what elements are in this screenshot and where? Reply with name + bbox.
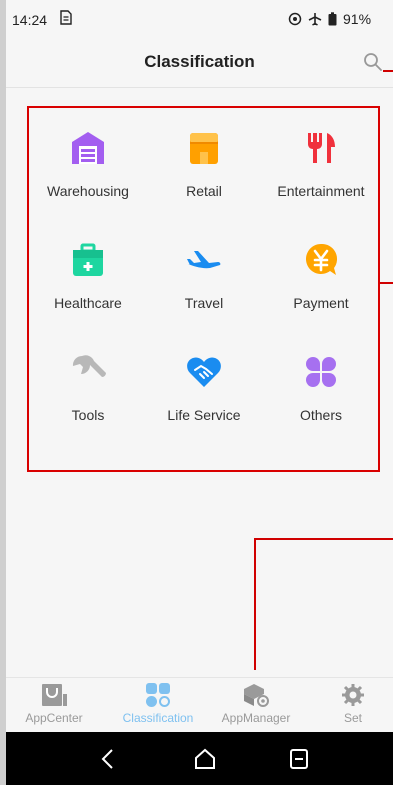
battery-percent: 91% [343, 11, 372, 27]
sim-card-icon [60, 10, 72, 29]
battery-icon [328, 12, 337, 26]
fork-knife-icon [308, 133, 335, 163]
system-nav-bar [6, 732, 393, 785]
annotation-line-nav-vertical [254, 538, 256, 670]
app-header: Classification [6, 36, 393, 88]
bottom-nav: AppCenter Classification AppManager Set [6, 677, 393, 732]
status-time: 14:24 [12, 12, 48, 28]
gear-icon [342, 684, 364, 706]
category-healthcare[interactable]: Healthcare [30, 242, 146, 342]
nav-item-appmanager[interactable]: AppManager [208, 683, 304, 725]
category-entertainment[interactable]: Entertainment [263, 130, 379, 230]
shopping-bag-icon [42, 684, 67, 706]
category-others[interactable]: Others [263, 354, 379, 454]
airplane-icon [187, 251, 221, 269]
annotation-line-nav-horizontal [254, 538, 393, 540]
category-tools[interactable]: Tools [30, 354, 146, 454]
home-icon[interactable] [194, 748, 216, 770]
category-payment[interactable]: Payment [263, 242, 379, 342]
nav-label: AppManager [221, 711, 291, 725]
category-retail[interactable]: Retail [146, 130, 262, 230]
nav-item-set[interactable]: Set [305, 683, 393, 725]
nav-label: Classification [122, 711, 194, 725]
back-icon[interactable] [98, 748, 118, 770]
search-icon[interactable] [363, 52, 383, 72]
package-gear-icon [244, 684, 269, 707]
category-label: Life Service [167, 407, 241, 423]
app-screen: 14:24 91% Classification Warehousing Ret… [0, 0, 393, 785]
category-label: Warehousing [47, 183, 129, 199]
wrench-icon [72, 355, 106, 377]
category-label: Entertainment [277, 183, 365, 199]
nav-label: AppCenter [25, 711, 83, 725]
annotation-line-search [383, 70, 393, 72]
annotation-line-grid [380, 282, 393, 284]
status-bar: 14:24 91% [6, 0, 393, 36]
category-label: Healthcare [54, 295, 122, 311]
grid-icon [146, 683, 170, 707]
nav-item-appcenter[interactable]: AppCenter [6, 683, 102, 725]
category-label: Payment [293, 295, 349, 311]
location-icon [288, 12, 302, 26]
category-warehousing[interactable]: Warehousing [30, 130, 146, 230]
first-aid-kit-icon [73, 243, 103, 276]
category-label: Others [299, 407, 342, 423]
four-petal-icon [306, 357, 336, 387]
category-label: Travel [184, 295, 224, 311]
category-travel[interactable]: Travel [146, 242, 262, 342]
recents-icon[interactable] [289, 748, 309, 770]
category-life-service[interactable]: Life Service [146, 354, 262, 454]
store-icon [190, 133, 218, 164]
warehouse-icon [72, 132, 104, 164]
page-title: Classification [144, 52, 255, 71]
handshake-heart-icon [187, 357, 221, 387]
status-icons: 91% [288, 11, 371, 27]
nav-label: Set [343, 711, 362, 725]
category-label: Tools [71, 407, 105, 423]
category-label: Retail [186, 183, 222, 199]
nav-item-classification[interactable]: Classification [110, 683, 206, 725]
airplane-icon [308, 13, 322, 26]
yen-coin-icon [306, 243, 338, 275]
category-grid: Warehousing Retail Entertainment Healthc… [27, 106, 380, 472]
